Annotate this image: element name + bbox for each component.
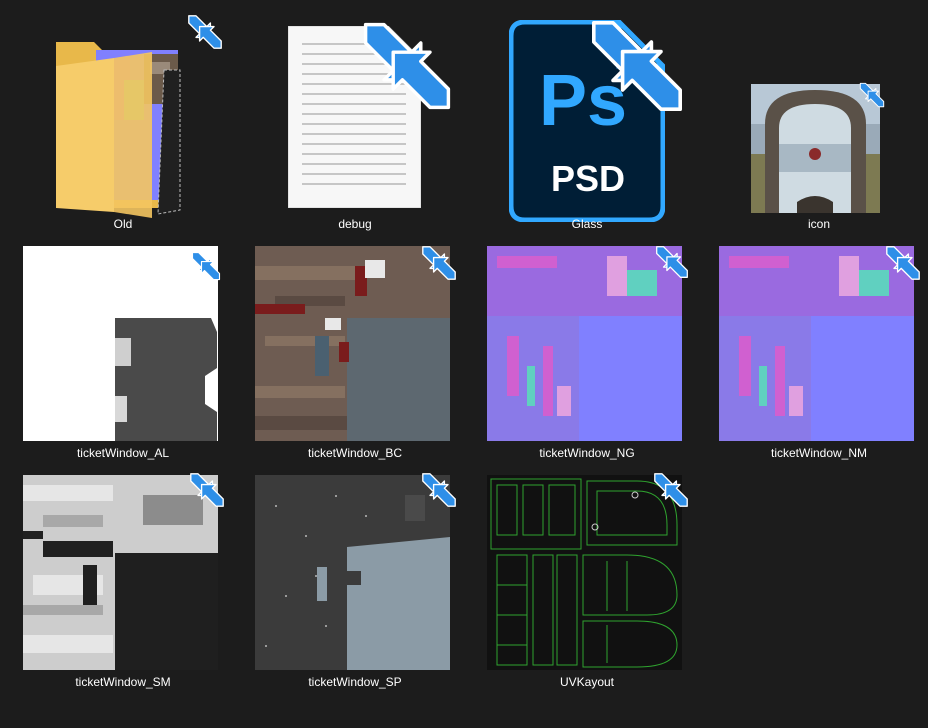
file-name: ticketWindow_AL (76, 446, 170, 460)
file-name: ticketWindow_NM (770, 446, 868, 460)
file-item-ticketwindow-sm[interactable]: ticketWindow_SM (7, 468, 239, 694)
file-name: Old (113, 217, 133, 231)
file-item-glass[interactable]: Ps PSD Glass (471, 10, 703, 236)
file-name: icon (807, 217, 830, 231)
file-item-ticketwindow-bc[interactable]: ticketWindow_BC (239, 239, 471, 465)
compressed-badge-icon (859, 82, 885, 108)
file-item-old[interactable]: Old (7, 10, 239, 236)
file-item-ticketwindow-sp[interactable]: ticketWindow_SP (239, 468, 471, 694)
file-item-ticketwindow-nm[interactable]: ticketWindow_NM (703, 239, 928, 465)
file-name: Glass (571, 217, 603, 231)
file-name: ticketWindow_SP (308, 675, 402, 689)
compressed-badge-icon (361, 20, 453, 112)
compressed-badge-icon (653, 472, 689, 508)
file-name: ticketWindow_SM (75, 675, 171, 689)
compressed-badge-icon (421, 245, 457, 281)
file-name: UVKayout (559, 675, 615, 689)
compressed-badge-icon (421, 472, 457, 508)
compressed-badge-icon (655, 245, 689, 279)
folder-icon (54, 30, 194, 220)
file-name: ticketWindow_BC (307, 446, 403, 460)
file-item-debug[interactable]: debug (239, 10, 471, 236)
compressed-badge-icon (189, 472, 225, 508)
image-thumbnail-icon (487, 246, 682, 441)
file-item-ticketwindow-ng[interactable]: ticketWindow_NG (471, 239, 703, 465)
file-item-uvkayout[interactable]: UVKayout (471, 468, 703, 694)
compressed-badge-icon (885, 245, 921, 281)
file-item-ticketwindow-al[interactable]: ticketWindow_AL (7, 239, 239, 465)
file-name: ticketWindow_NG (539, 446, 635, 460)
compressed-badge-icon (191, 251, 221, 281)
file-item-icon[interactable]: icon (703, 10, 928, 236)
compressed-badge-icon (187, 14, 223, 50)
file-name: debug (338, 217, 372, 231)
image-thumbnail-icon (23, 246, 218, 441)
compressed-badge-icon (589, 18, 685, 114)
psd-label-text: PSD (551, 158, 626, 199)
